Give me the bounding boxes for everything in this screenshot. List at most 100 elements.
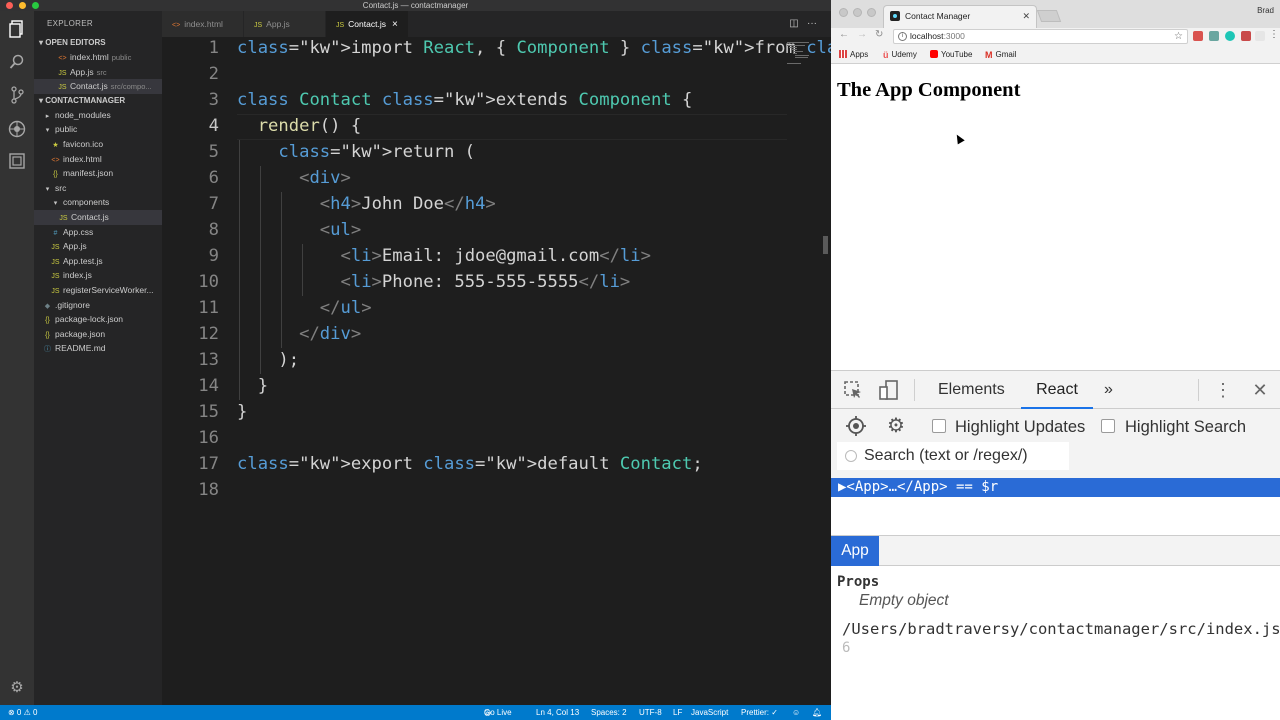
extensions-icon[interactable] [8, 153, 26, 171]
file-tree-item[interactable]: # App.css [34, 225, 162, 240]
bookmark-youtube[interactable]: YouTube [930, 46, 972, 64]
close-devtools-icon[interactable]: ✕ [1250, 380, 1270, 400]
bookmark-star-icon[interactable]: ☆ [1174, 30, 1183, 43]
project-section[interactable]: ▾ CONTACTMANAGER [34, 94, 162, 108]
eol-setting[interactable]: LF [673, 705, 682, 720]
tab-app[interactable]: App [831, 536, 879, 566]
code-editor[interactable]: 1 2 3 4 5 6 7 8 9 10 11 12 13 14 15 16 17 18 class="kw">i… [162, 37, 1013, 705]
minimize-window-button[interactable] [19, 2, 26, 9]
component-search-input[interactable]: Search (text or /regex/) [837, 442, 1069, 470]
profile-name[interactable]: Brad [1257, 6, 1274, 15]
explorer-icon[interactable] [8, 20, 26, 38]
tab-contact-js[interactable]: JS Contact.js × [326, 11, 408, 37]
file-tree-item[interactable]: JS App.js src [34, 65, 162, 80]
open-editors-section[interactable]: ▾ OPEN EDITORS [34, 36, 162, 50]
line-number: 11 [198, 298, 219, 318]
tab-index-html[interactable]: <> index.html [162, 11, 243, 37]
file-tree-item[interactable]: <> index.html [34, 152, 162, 167]
reload-icon[interactable]: ↻ [875, 29, 883, 40]
forward-arrow-icon[interactable]: → [857, 29, 867, 40]
bookmark-gmail[interactable]: M Gmail [985, 46, 1016, 64]
source-control-icon[interactable] [8, 86, 26, 104]
feedback-smiley-icon[interactable]: ☺ [792, 705, 800, 720]
split-editor-icon[interactable]: ◫ [789, 18, 798, 29]
tab-app-js[interactable]: JS App.js [244, 11, 325, 37]
bookmark-udemy[interactable]: ü Udemy [883, 46, 917, 64]
kebab-menu-icon[interactable]: ⋮ [1213, 380, 1233, 400]
tab-elements[interactable]: Elements [938, 371, 1005, 409]
details-tabbar: App [831, 536, 1280, 566]
file-name: package-lock.json [55, 314, 124, 325]
close-window-button[interactable] [6, 2, 13, 9]
maximize-window-button[interactable] [32, 2, 39, 9]
file-tree-item[interactable]: ◆ .gitignore [34, 298, 162, 313]
file-tree-item[interactable]: JS App.test.js [34, 254, 162, 269]
chevron-right-icon: ▸ [45, 112, 50, 120]
close-tab-icon[interactable]: ✕ [1022, 6, 1030, 26]
editor-scrollbar[interactable] [823, 236, 828, 254]
props-empty-value: Empty object [859, 592, 949, 609]
code-line: class="kw">export class="kw">default Con… [237, 454, 703, 474]
browser-tab[interactable]: Contact Manager ✕ [883, 5, 1037, 28]
close-window-button[interactable] [839, 8, 848, 17]
file-tree-item[interactable]: JS App.js [34, 239, 162, 254]
tab-react[interactable]: React [1021, 371, 1093, 409]
select-element-target-icon[interactable] [846, 416, 866, 436]
file-tree-item[interactable]: {} package.json [34, 327, 162, 342]
extension-icon[interactable] [1255, 31, 1265, 41]
file-tree-item[interactable]: ▾ src [34, 181, 162, 196]
editor-tabs: <> index.html JS App.js JS Contact.js × ◫ ··… [162, 11, 831, 37]
file-tree-item[interactable]: {} package-lock.json [34, 312, 162, 327]
file-tree-item[interactable]: {} manifest.json [34, 166, 162, 181]
info-icon[interactable]: i [898, 32, 907, 41]
search-icon[interactable] [8, 54, 26, 72]
language-mode[interactable]: JavaScript [691, 705, 728, 720]
device-toolbar-icon[interactable] [879, 380, 899, 400]
source-file-link[interactable]: /Users/bradtraversy/contactmanager/src/i… [842, 620, 1280, 638]
minimize-window-button[interactable] [853, 8, 862, 17]
file-tree-item[interactable]: JS Contact.js src/compo... [34, 79, 162, 94]
debug-icon[interactable] [8, 120, 26, 138]
extension-icon[interactable] [1241, 31, 1251, 41]
notifications-bell-icon[interactable]: 🔔︎ [812, 705, 822, 720]
file-tree-item[interactable]: <> index.html public [34, 50, 162, 65]
file-tree-item[interactable]: ⓘ README.md [34, 341, 162, 356]
file-tree-item[interactable]: JS registerServiceWorker... [34, 283, 162, 298]
file-tree-item[interactable]: ★ favicon.ico [34, 137, 162, 152]
extension-icon[interactable] [1209, 31, 1219, 41]
settings-gear-icon[interactable]: ⚙ [8, 679, 26, 697]
file-tree-item[interactable]: ▾ public [34, 122, 162, 137]
settings-gear-icon[interactable]: ⚙ [886, 416, 906, 436]
maximize-window-button[interactable] [867, 8, 876, 17]
problems-indicator[interactable]: ⊗ 0 ⚠ 0 [8, 705, 37, 720]
file-tree-item[interactable]: JS index.js [34, 268, 162, 283]
more-tabs-chevron-icon[interactable]: » [1104, 371, 1113, 409]
more-actions-icon[interactable]: ··· [807, 18, 817, 29]
highlight-updates-checkbox[interactable] [932, 419, 946, 433]
component-tree-row-app[interactable]: ▶<App>…</App> == $r [831, 478, 1280, 497]
file-tree-item[interactable]: ▾ components [34, 195, 162, 210]
new-tab-button[interactable] [1036, 10, 1062, 22]
file-tree-item[interactable]: JS Contact.js [34, 209, 162, 225]
file-name: App.js [63, 241, 87, 252]
indentation-setting[interactable]: Spaces: 2 [591, 705, 627, 720]
back-arrow-icon[interactable]: ← [839, 29, 849, 40]
cursor-position[interactable]: Ln 4, Col 13 [536, 705, 579, 720]
extension-icon[interactable] [1225, 31, 1235, 41]
minimap[interactable] [787, 41, 813, 67]
status-bar: ⊗ 0 ⚠ 0 ◎ Go Live Ln 4, Col 13 Spaces: 2… [0, 705, 831, 720]
file-name: Contact.js [70, 81, 108, 92]
encoding-setting[interactable]: UTF-8 [639, 705, 662, 720]
file-tree-item[interactable]: ▸ node_modules [34, 108, 162, 123]
inspect-element-icon[interactable] [843, 380, 863, 400]
chrome-menu-icon[interactable]: ⋮ [1269, 29, 1279, 40]
bookmarks-bar: Apps ü Udemy YouTube M Gmail [831, 46, 1280, 64]
address-bar[interactable]: i localhost:3000 ☆ [893, 29, 1188, 44]
bookmark-apps[interactable]: Apps [839, 46, 868, 64]
highlight-search-checkbox[interactable] [1101, 419, 1115, 433]
code-line: class="kw">return ( [278, 142, 476, 162]
close-tab-icon[interactable]: × [392, 19, 398, 30]
prettier-status[interactable]: Prettier: ✓ [741, 705, 778, 720]
open-editors-list: <> index.html public JS App.js src JS Contact.j… [34, 50, 162, 94]
extension-icon[interactable] [1193, 31, 1203, 41]
